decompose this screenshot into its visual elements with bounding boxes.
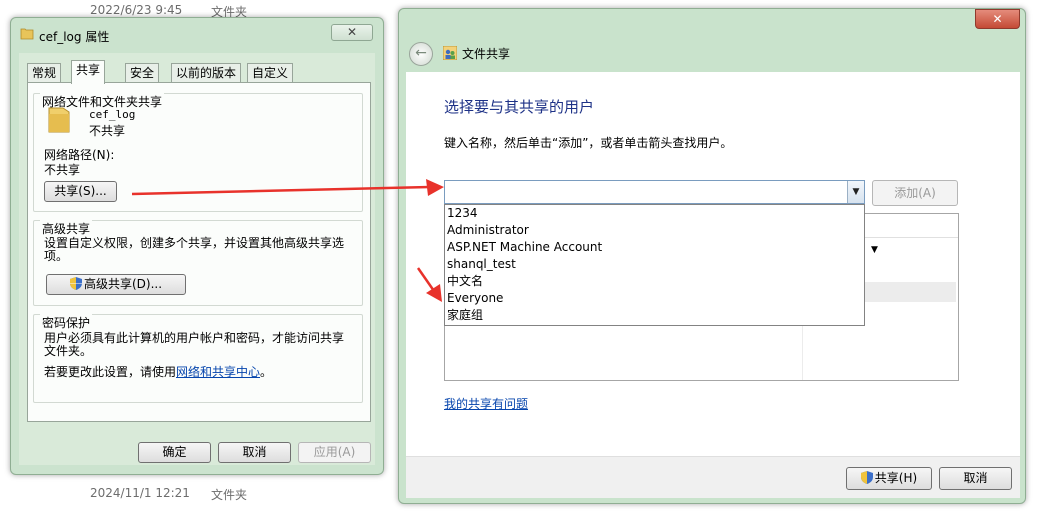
- change-setting-end: 。: [260, 365, 273, 379]
- permission-dropdown-icon[interactable]: ▼: [871, 245, 878, 255]
- background-file-row: 2024/11/1 12:21 文件夹: [90, 486, 247, 502]
- file-sharing-window: ✕ ← 文件共享 选择要与其共享的用户 键入名称，然后单击“添加”，或者单击箭头…: [398, 8, 1026, 504]
- network-share-group: 网络文件和文件夹共享 cef_log 不共享 网络路径(N): 不共享 共享(S…: [33, 93, 363, 212]
- password-protection-group: 密码保护 用户必须具有此计算机的用户帐户和密码，才能访问共享 文件夹。 若要更改…: [33, 314, 363, 403]
- dropdown-item-everyone[interactable]: Everyone: [445, 290, 864, 307]
- back-arrow-icon[interactable]: ←: [409, 42, 433, 66]
- folder-icon: [20, 28, 34, 40]
- advanced-sharing-label: 高级共享(D)...: [83, 277, 163, 291]
- background-file-date: 2022/6/23 9:45: [90, 3, 183, 17]
- page-heading: 选择要与其共享的用户: [444, 98, 595, 116]
- folder-name: cef_log: [89, 108, 136, 121]
- cancel-button[interactable]: 取消: [939, 467, 1012, 490]
- background-file-type: 文件夹: [211, 488, 248, 502]
- change-setting-text: 若要更改此设置，请使用: [44, 365, 177, 379]
- share-confirm-button[interactable]: 共享(H): [846, 467, 932, 490]
- tab-previous-versions[interactable]: 以前的版本: [171, 63, 242, 83]
- advanced-sharing-group: 高级共享 设置自定义权限，创建多个共享，并设置其他高级共享选 项。 高级共享(D…: [33, 220, 363, 306]
- change-setting-line: 若要更改此设置，请使用网络和共享中心。: [44, 363, 272, 380]
- advanced-description-cont: 项。: [44, 249, 69, 263]
- tab-customize[interactable]: 自定义: [247, 63, 294, 83]
- uac-shield-icon: [69, 277, 82, 290]
- folder-icon: [48, 107, 70, 133]
- sharing-content: 选择要与其共享的用户 键入名称，然后单击“添加”，或者单击箭头查找用户。 ▼ ▼…: [406, 72, 1020, 456]
- chevron-down-icon[interactable]: ▼: [847, 181, 864, 203]
- dropdown-item-aspnet[interactable]: ASP.NET Machine Account: [445, 239, 864, 256]
- user-name-combobox[interactable]: ▼: [444, 180, 865, 204]
- dropdown-item-chinese-name[interactable]: 中文名: [445, 273, 864, 290]
- dropdown-item-1234[interactable]: 1234: [445, 205, 864, 222]
- dropdown-item-shanql-test[interactable]: shanql_test: [445, 256, 864, 273]
- dropdown-item-homegroup[interactable]: 家庭组: [445, 307, 864, 324]
- share-confirm-label: 共享(H): [874, 471, 918, 485]
- dialog-footer: 共享(H) 取消: [406, 456, 1020, 498]
- network-path-value: 不共享: [44, 163, 81, 177]
- password-description-cont: 文件夹。: [44, 344, 93, 358]
- properties-window: cef_log 属性 ✕ 常规 共享 安全 以前的版本 自定义 网络文件和文件夹…: [10, 17, 384, 475]
- uac-shield-icon: [860, 471, 873, 484]
- share-button[interactable]: 共享(S)...: [44, 181, 117, 202]
- user-dropdown-list: 1234 Administrator ASP.NET Machine Accou…: [444, 204, 865, 326]
- advanced-description: 设置自定义权限，创建多个共享，并设置其他高级共享选: [44, 236, 345, 250]
- share-status: 不共享: [89, 124, 126, 138]
- tab-general[interactable]: 常规: [27, 63, 62, 83]
- users-icon: [443, 46, 457, 60]
- window-title: cef_log 属性: [39, 30, 110, 44]
- instruction-text: 键入名称，然后单击“添加”，或者单击箭头查找用户。: [444, 136, 733, 150]
- tab-security[interactable]: 安全: [125, 63, 160, 83]
- window-title: 文件共享: [462, 47, 511, 61]
- ok-button[interactable]: 确定: [138, 442, 211, 463]
- background-file-date: 2024/11/1 12:21: [90, 486, 190, 500]
- add-button[interactable]: 添加(A): [872, 180, 958, 206]
- properties-body: 常规 共享 安全 以前的版本 自定义 网络文件和文件夹共享 cef_log 不共…: [19, 53, 375, 465]
- network-center-link[interactable]: 网络和共享中心: [176, 365, 260, 379]
- close-button[interactable]: ✕: [975, 9, 1020, 29]
- advanced-sharing-button[interactable]: 高级共享(D)...: [46, 274, 186, 295]
- close-button[interactable]: ✕: [331, 24, 373, 41]
- cancel-button[interactable]: 取消: [218, 442, 291, 463]
- sharing-panel: 网络文件和文件夹共享 cef_log 不共享 网络路径(N): 不共享 共享(S…: [27, 82, 371, 422]
- dropdown-item-administrator[interactable]: Administrator: [445, 222, 864, 239]
- sharing-help-link[interactable]: 我的共享有问题: [444, 395, 528, 412]
- tab-sharing[interactable]: 共享: [71, 60, 106, 84]
- background-file-row: 2022/6/23 9:45 文件夹: [90, 3, 247, 19]
- apply-button[interactable]: 应用(A): [298, 442, 371, 463]
